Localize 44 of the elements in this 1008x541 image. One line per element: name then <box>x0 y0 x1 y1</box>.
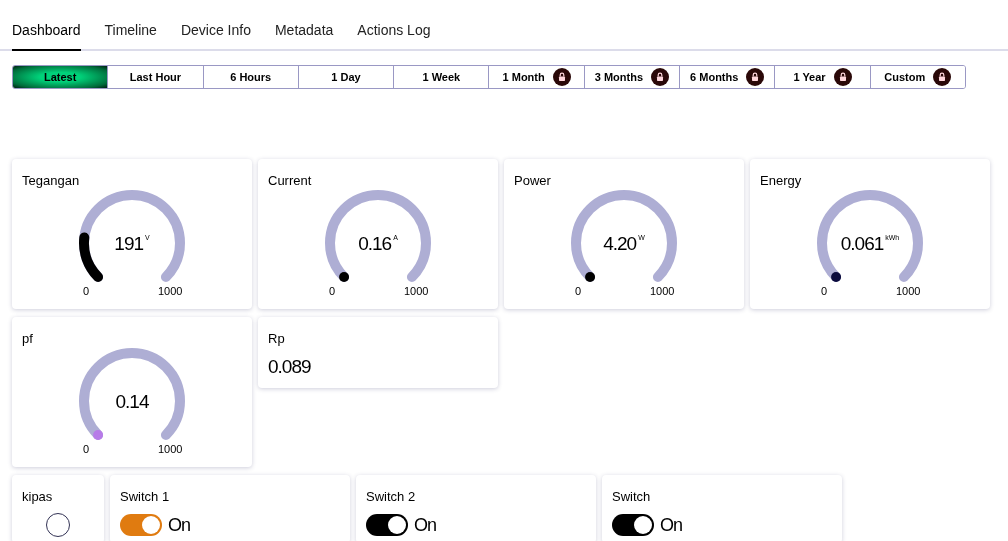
gauge-min: 0 <box>83 284 90 299</box>
gauge-max: 1000 <box>158 284 183 299</box>
gauge-title: Current <box>268 172 312 190</box>
card-title: Switch <box>612 488 652 506</box>
gauge-title: Tegangan <box>22 172 80 190</box>
gauge-min: 0 <box>821 284 828 299</box>
gauge-value: 0.16 <box>358 234 392 253</box>
lock-icon <box>833 68 852 86</box>
toggle-switch[interactable] <box>366 514 408 536</box>
toggle-switch[interactable] <box>612 514 654 536</box>
lock-icon <box>746 68 765 86</box>
toggle-switch[interactable] <box>120 514 162 536</box>
tab[interactable]: Device Info <box>180 20 251 51</box>
time-range-button[interactable]: Custom <box>869 66 965 88</box>
gauge-max: 1000 <box>158 442 183 457</box>
gauge-min: 0 <box>329 284 336 299</box>
gauge-title: pf <box>22 330 33 348</box>
tab[interactable]: Timeline <box>104 20 157 51</box>
gauge-min: 0 <box>575 284 582 299</box>
card-title: kipas <box>22 488 54 506</box>
card-title: Switch 1 <box>120 488 171 506</box>
tab[interactable]: Actions Log <box>357 20 431 51</box>
gauge-value: 191 <box>114 234 143 253</box>
toggle-label: On <box>168 513 190 537</box>
gauge-value: 0.061 <box>840 234 884 253</box>
card-title: Rp <box>268 330 286 348</box>
lock-icon <box>552 68 571 86</box>
toggle-label: On <box>660 513 682 537</box>
gauge-title: Power <box>514 172 551 190</box>
gauge-min: 0 <box>83 442 90 457</box>
lock-icon <box>651 68 670 86</box>
tab[interactable]: Metadata <box>274 20 334 51</box>
card-value: 0.089 <box>268 354 312 379</box>
toggle-label: On <box>414 513 436 537</box>
gauge-value: 4.20 <box>603 234 637 253</box>
gauge-max: 1000 <box>404 284 429 299</box>
card-title: Switch 2 <box>366 488 417 506</box>
tab[interactable]: Dashboard <box>12 20 81 51</box>
gauge-title: Energy <box>760 172 802 190</box>
gauge-max: 1000 <box>650 284 675 299</box>
time-range-button[interactable]: Latest <box>13 66 108 88</box>
gauge-value: 0.14 <box>115 392 149 411</box>
lock-icon <box>933 68 952 86</box>
gauge-max: 1000 <box>896 284 921 299</box>
